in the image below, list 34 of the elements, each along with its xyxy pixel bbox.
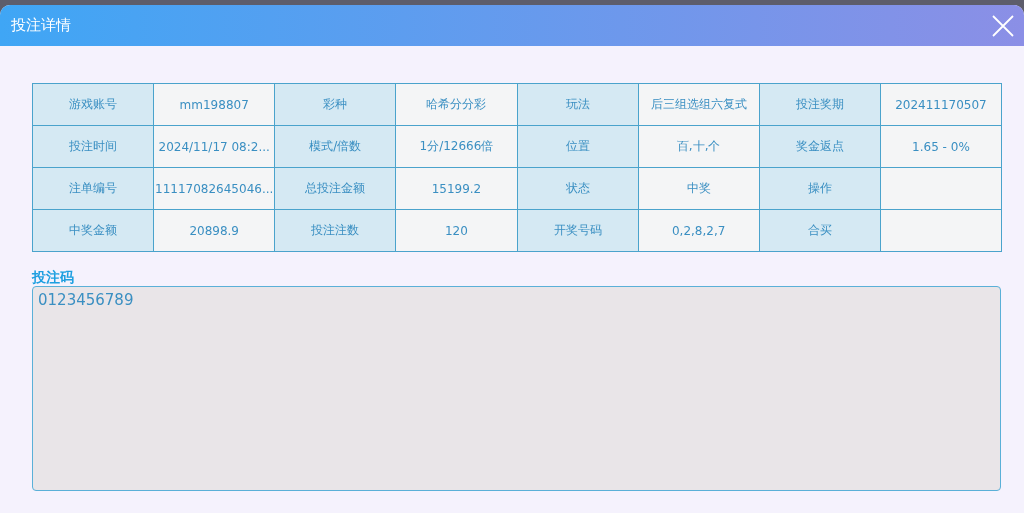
value-cell: 1.65 - 0% [880, 126, 1002, 168]
label-cell: 玩法 [517, 84, 639, 126]
label-cell: 投注奖期 [759, 84, 881, 126]
value-cell: 1分/12666倍 [396, 126, 518, 168]
close-icon [991, 13, 1015, 38]
label-cell: 投注时间 [33, 126, 155, 168]
value-cell: 中奖 [638, 168, 760, 210]
label-cell: 合买 [759, 210, 881, 252]
value-cell: 后三组选组六复式 [638, 84, 760, 126]
window-title: 投注详情 [11, 16, 71, 35]
value-cell: 20898.9 [154, 210, 276, 252]
value-cell: 15199.2 [396, 168, 518, 210]
label-cell: 彩种 [275, 84, 397, 126]
value-cell: 0,2,8,2,7 [638, 210, 760, 252]
label-cell: 总投注金额 [275, 168, 397, 210]
label-cell: 游戏账号 [33, 84, 155, 126]
label-cell: 奖金返点 [759, 126, 881, 168]
label-cell: 中奖金额 [33, 210, 155, 252]
value-cell: mm198807 [154, 84, 276, 126]
label-cell: 注单编号 [33, 168, 155, 210]
label-cell: 操作 [759, 168, 881, 210]
label-cell: 投注注数 [275, 210, 397, 252]
label-cell: 位置 [517, 126, 639, 168]
value-cell: 202411170507 [880, 84, 1002, 126]
label-cell: 状态 [517, 168, 639, 210]
value-cell: 百,十,个 [638, 126, 760, 168]
bet-code-field[interactable]: 0123456789 [32, 286, 1001, 491]
label-cell: 模式/倍数 [275, 126, 397, 168]
value-cell: 哈希分分彩 [396, 84, 518, 126]
bet-code-label: 投注码 [32, 268, 75, 286]
value-cell: 2024/11/17 08:2... [154, 126, 276, 168]
label-cell: 开奖号码 [517, 210, 639, 252]
value-cell: 120 [396, 210, 518, 252]
value-cell: 11117082645046... [154, 168, 276, 210]
